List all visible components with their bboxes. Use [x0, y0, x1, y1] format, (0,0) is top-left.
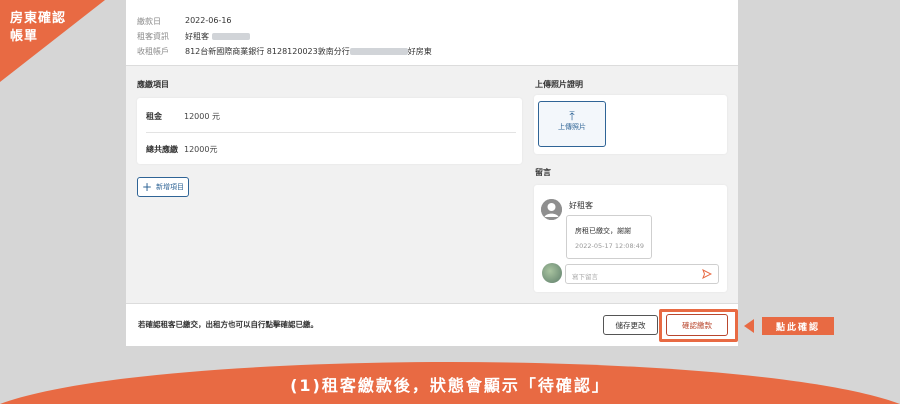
fees-divider: [146, 132, 516, 133]
banner-caption: (1)租客繳款後，狀態會顯示「待確認」: [290, 376, 610, 395]
upload-arrow-icon: ⤒: [569, 109, 575, 123]
corner-title: 房東確認 帳單: [10, 10, 66, 46]
current-user-avatar: [542, 263, 562, 283]
redacted-text: [349, 48, 408, 55]
add-item-button[interactable]: + 新增項目: [137, 177, 189, 197]
upload-title: 上傳照片證明: [535, 80, 583, 89]
redacted-text: [211, 33, 250, 40]
confirm-note: 若確認租客已繳交，出租方也可以自行點擊確認已繳。: [138, 320, 318, 329]
upload-photo-label: 上傳照片: [558, 123, 586, 131]
pay-date-value: 2022-06-16: [185, 16, 232, 25]
add-item-label: 新增項目: [156, 183, 185, 191]
comment-bubble: 房租已繳交，謝謝 2022-05-17 12:08:49: [566, 215, 652, 259]
callout-arrow-icon: [744, 319, 754, 333]
comment-author: 好租客: [569, 201, 593, 210]
corner-title-line1: 房東確認: [10, 11, 67, 26]
plus-icon: +: [141, 180, 153, 194]
rent-value: 12000 元: [184, 112, 220, 121]
author-avatar: [541, 199, 562, 220]
tenant-label: 租客資訊: [137, 32, 169, 41]
account-label: 收租帳戶: [137, 47, 169, 56]
callout-label: 點此確認: [762, 317, 834, 335]
comment-timestamp: 2022-05-17 12:08:49: [575, 242, 645, 250]
rent-label: 租金: [146, 112, 162, 121]
footer-divider: [126, 303, 738, 304]
pay-date-row: 繳款日 2022-06-16: [137, 16, 232, 27]
fees-title: 應繳項目: [137, 80, 169, 89]
account-value: 812台新國際商業銀行 8128120023敦南分行 好房東: [185, 47, 432, 56]
tenant-row: 租客資訊 好租客: [137, 31, 250, 42]
user-icon: [541, 199, 562, 220]
account-row: 收租帳戶 812台新國際商業銀行 8128120023敦南分行 好房東: [137, 46, 432, 57]
upload-photo-button[interactable]: ⤒ 上傳照片: [538, 101, 606, 147]
total-label: 總共應繳: [146, 145, 178, 154]
comments-title: 留言: [535, 168, 551, 177]
send-icon[interactable]: [702, 269, 712, 279]
total-value: 12000元: [184, 145, 218, 154]
corner-title-line2: 帳單: [10, 29, 39, 44]
confirm-payment-button[interactable]: 確認繳款: [666, 314, 728, 336]
comment-input[interactable]: 寫下留言: [565, 264, 719, 284]
pay-date-label: 繳款日: [137, 17, 161, 26]
comment-message: 房租已繳交，謝謝: [575, 227, 631, 235]
comment-input-placeholder: 寫下留言: [572, 273, 598, 281]
save-button[interactable]: 儲存更改: [603, 315, 658, 335]
tenant-value: 好租客: [185, 31, 250, 42]
